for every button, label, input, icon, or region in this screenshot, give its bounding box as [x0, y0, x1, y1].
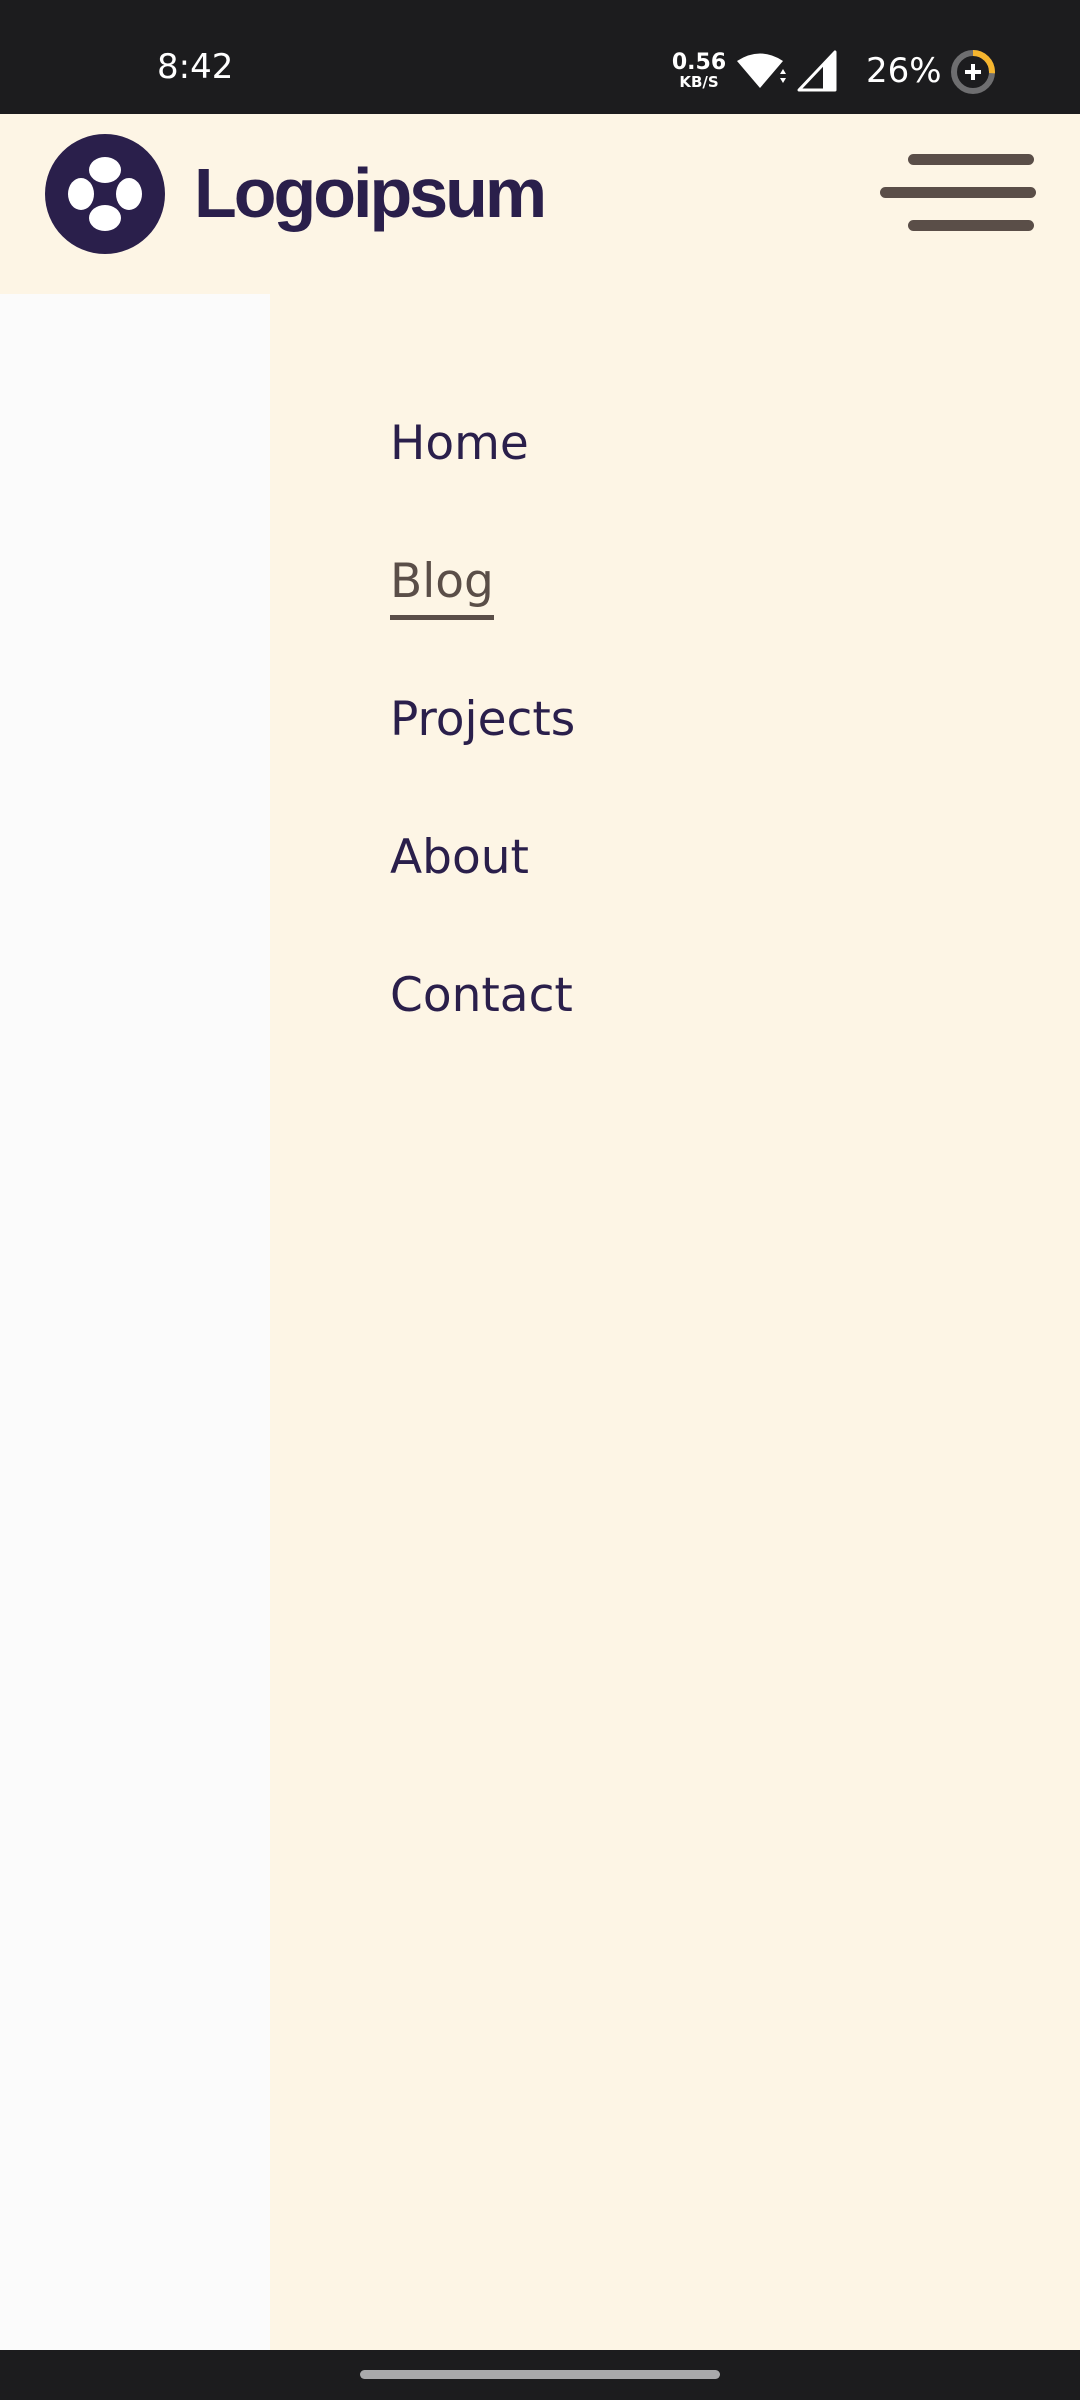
- battery-saver-icon: [951, 50, 995, 94]
- wifi-icon: [737, 53, 786, 88]
- status-time: 8:42: [157, 47, 234, 87]
- menu-line-bottom: [908, 220, 1034, 231]
- logo-icon[interactable]: [45, 134, 165, 254]
- network-speed: 0.56 KB/S: [670, 52, 728, 90]
- nav-item-about[interactable]: About: [390, 834, 529, 881]
- nav-item-contact[interactable]: Contact: [390, 972, 573, 1019]
- page-backdrop[interactable]: [0, 294, 270, 2350]
- nav-item-blog[interactable]: Blog: [390, 558, 494, 620]
- home-indicator[interactable]: [360, 2370, 720, 2379]
- network-speed-value: 0.56: [671, 50, 727, 75]
- network-speed-unit: KB/S: [679, 73, 719, 91]
- menu-line-middle: [880, 187, 1036, 198]
- site-header: Logoipsum: [0, 114, 1080, 294]
- signal-icon: [797, 50, 837, 92]
- nav-item-projects[interactable]: Projects: [390, 696, 575, 743]
- status-bar: 8:42 0.56 KB/S 26%: [0, 0, 1080, 114]
- nav-drawer: Home Blog Projects About Contact: [270, 294, 1080, 2350]
- logo-text[interactable]: Logoipsum: [194, 158, 547, 228]
- hamburger-menu-icon[interactable]: [872, 154, 1040, 242]
- nav-item-home[interactable]: Home: [390, 420, 529, 467]
- battery-percent: 26%: [866, 51, 942, 91]
- menu-line-top: [908, 154, 1034, 165]
- navigation-bar: [0, 2350, 1080, 2400]
